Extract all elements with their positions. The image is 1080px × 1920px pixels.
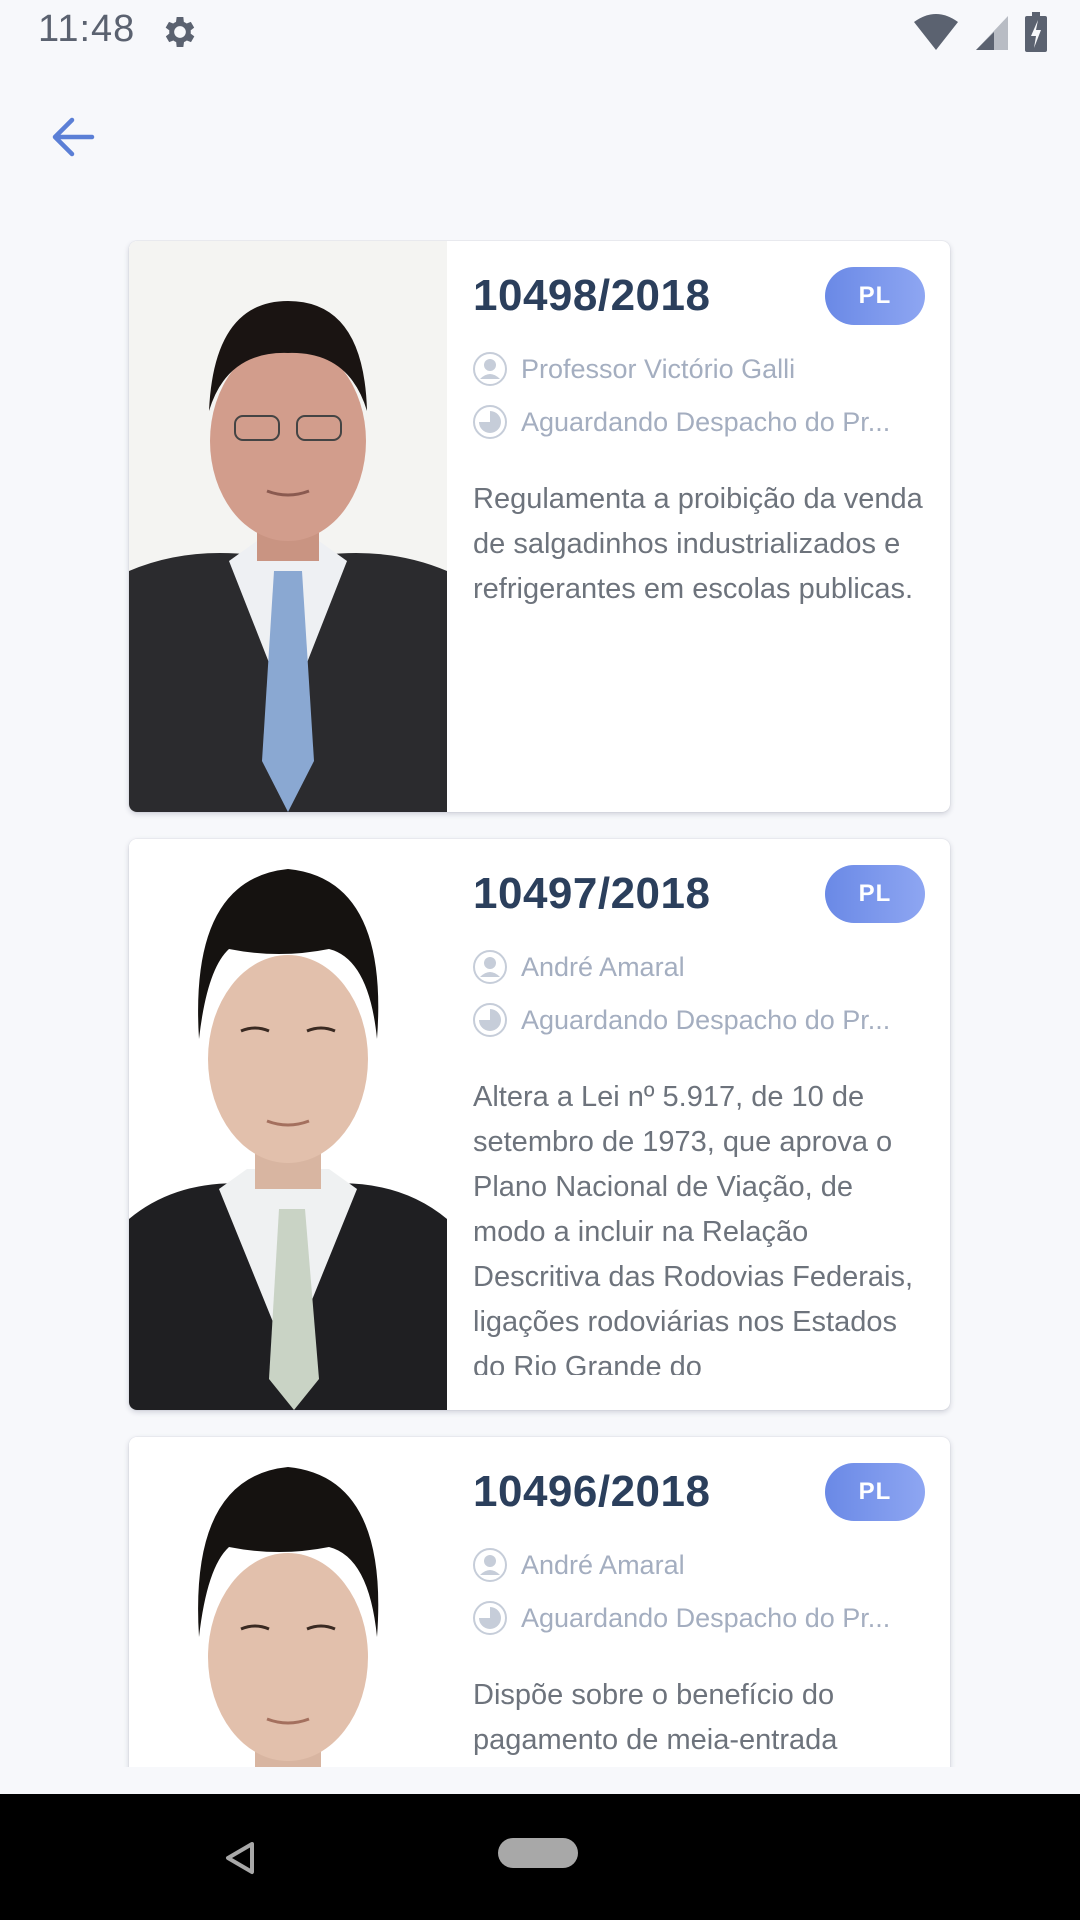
status-row: Aguardando Despacho do Pr... <box>473 404 933 440</box>
status-text: Aguardando Despacho do Pr... <box>521 1602 891 1633</box>
proposition-card[interactable]: 10496/2018 PL André Amaral Aguardando De… <box>129 1437 950 1767</box>
battery-icon <box>1025 12 1047 52</box>
status-text: Aguardando Despacho do Pr... <box>521 406 891 437</box>
nav-back-icon[interactable] <box>220 1838 260 1878</box>
status-icons <box>912 10 1048 54</box>
wifi-icon <box>914 14 958 50</box>
nav-home-pill[interactable] <box>498 1838 578 1868</box>
signal-icon <box>976 16 1008 50</box>
status-row: Aguardando Despacho do Pr... <box>473 1002 933 1038</box>
proposition-card[interactable]: 10497/2018 PL André Amaral Aguardando De… <box>129 839 950 1410</box>
author-row: André Amaral <box>473 949 933 985</box>
author-name: André Amaral <box>521 1549 685 1580</box>
proposition-description: Dispõe sobre o benefício do pagamento de… <box>473 1679 838 1756</box>
navigation-bar <box>0 1794 1080 1920</box>
clock-icon <box>473 1003 507 1037</box>
status-bar: 11:48 <box>0 0 1080 66</box>
type-badge: PL <box>825 267 925 325</box>
status-time: 11:48 <box>38 8 136 50</box>
proposition-list[interactable]: 10498/2018 PL Professor Victório Galli A… <box>0 240 1080 1767</box>
type-badge: PL <box>825 1463 925 1521</box>
proposition-card[interactable]: 10498/2018 PL Professor Victório Galli A… <box>129 241 950 812</box>
arrow-left-icon[interactable] <box>46 110 100 164</box>
author-row: André Amaral <box>473 1547 933 1583</box>
proposition-number: 10496/2018 <box>473 1467 711 1516</box>
author-name: Professor Victório Galli <box>521 353 796 384</box>
clock-icon <box>473 405 507 439</box>
proposition-number: 10497/2018 <box>473 869 711 918</box>
deputy-photo <box>129 839 447 1410</box>
gear-icon <box>165 17 195 47</box>
author-name: André Amaral <box>521 951 685 982</box>
user-icon <box>473 352 507 386</box>
author-row: Professor Victório Galli <box>473 351 933 387</box>
deputy-photo <box>129 1437 447 1767</box>
user-icon <box>473 950 507 984</box>
user-icon <box>473 1548 507 1582</box>
deputy-photo <box>129 241 447 812</box>
status-row: Aguardando Despacho do Pr... <box>473 1600 933 1636</box>
proposition-number: 10498/2018 <box>473 271 711 320</box>
proposition-description: Regulamenta a proibição da venda de salg… <box>473 483 923 605</box>
proposition-description: Altera a Lei nº 5.917, de 10 de setembro… <box>473 1081 914 1375</box>
status-text: Aguardando Despacho do Pr... <box>521 1004 891 1035</box>
type-badge: PL <box>825 865 925 923</box>
clock-icon <box>473 1601 507 1635</box>
